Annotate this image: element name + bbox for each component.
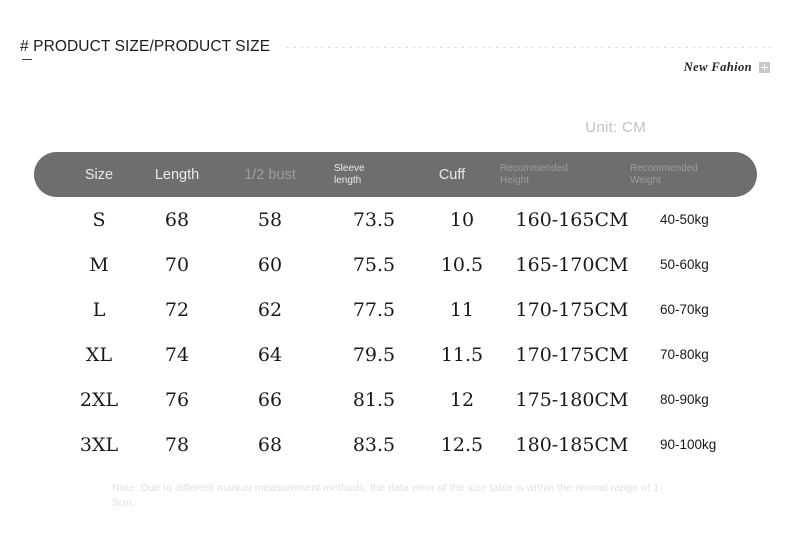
cell-sleeve: 79.5 bbox=[352, 343, 396, 366]
page-header: # PRODUCT SIZE/PRODUCT SIZE New Fahion bbox=[0, 38, 790, 78]
brand-label: New Fahion bbox=[683, 60, 752, 74]
cell-cuff: 12 bbox=[449, 388, 475, 411]
table-row: S 68 58 73.5 10 160-165CM 40-50kg bbox=[34, 197, 757, 242]
cell-cuff: 11.5 bbox=[440, 343, 484, 366]
cell-cuff: 12.5 bbox=[440, 433, 484, 456]
column-header-sleeve-length: Sleeve length bbox=[334, 152, 414, 197]
cell-weight: 60-70kg bbox=[660, 302, 709, 317]
cell-weight: 40-50kg bbox=[660, 212, 709, 227]
page-title: # PRODUCT SIZE/PRODUCT SIZE bbox=[20, 38, 271, 55]
table-row: 3XL 78 68 83.5 12.5 180-185CM 90-100kg bbox=[34, 422, 757, 467]
cell-height: 165-170CM bbox=[515, 253, 629, 276]
table-row: M 70 60 75.5 10.5 165-170CM 50-60kg bbox=[34, 242, 757, 287]
cell-sleeve: 81.5 bbox=[352, 388, 396, 411]
column-header-sleeve-line2: length bbox=[334, 174, 362, 186]
cell-length: 76 bbox=[164, 388, 190, 411]
column-header-length: Length bbox=[154, 166, 200, 183]
table-row: L 72 62 77.5 11 170-175CM 60-70kg bbox=[34, 287, 757, 332]
measurement-note: Note: Due to different manual measuremen… bbox=[112, 482, 663, 509]
cell-sleeve: 75.5 bbox=[352, 253, 396, 276]
title-divider bbox=[286, 46, 772, 48]
cell-size: S bbox=[92, 208, 106, 231]
cell-cuff: 11 bbox=[449, 298, 475, 321]
cell-sleeve: 77.5 bbox=[352, 298, 396, 321]
cell-size: 3XL bbox=[79, 433, 119, 456]
cell-bust: 58 bbox=[257, 208, 283, 231]
cell-height: 160-165CM bbox=[515, 208, 629, 231]
cell-weight: 80-90kg bbox=[660, 392, 709, 407]
cell-cuff: 10.5 bbox=[440, 253, 484, 276]
column-header-size: Size bbox=[84, 166, 114, 183]
title-underscore-mark bbox=[22, 59, 32, 60]
cell-height: 170-175CM bbox=[515, 343, 629, 366]
cell-size: 2XL bbox=[79, 388, 119, 411]
cell-bust: 66 bbox=[257, 388, 283, 411]
cell-cuff: 10 bbox=[449, 208, 475, 231]
cell-weight: 70-80kg bbox=[660, 347, 709, 362]
cell-bust: 68 bbox=[257, 433, 283, 456]
cell-height: 180-185CM bbox=[515, 433, 629, 456]
cell-length: 72 bbox=[164, 298, 190, 321]
cell-bust: 64 bbox=[257, 343, 283, 366]
column-header-cuff: Cuff bbox=[438, 166, 466, 183]
plus-icon[interactable] bbox=[759, 62, 770, 73]
cell-size: L bbox=[92, 298, 106, 321]
column-header-recommended-height: Recommended Height bbox=[500, 152, 650, 197]
column-header-recommended-weight: Recommended Weight bbox=[630, 152, 790, 197]
size-table: Size Length 1/2 bust Sleeve length Cuff … bbox=[34, 152, 757, 467]
table-row: XL 74 64 79.5 11.5 170-175CM 70-80kg bbox=[34, 332, 757, 377]
unit-label: Unit: CM bbox=[585, 119, 646, 136]
cell-sleeve: 73.5 bbox=[352, 208, 396, 231]
cell-height: 175-180CM bbox=[515, 388, 629, 411]
column-header-sleeve-line1: Sleeve bbox=[334, 163, 365, 174]
cell-sleeve: 83.5 bbox=[352, 433, 396, 456]
cell-bust: 60 bbox=[257, 253, 283, 276]
cell-size: M bbox=[89, 253, 109, 276]
table-header-row: Size Length 1/2 bust Sleeve length Cuff … bbox=[34, 152, 757, 197]
cell-weight: 90-100kg bbox=[660, 437, 717, 452]
table-row: 2XL 76 66 81.5 12 175-180CM 80-90kg bbox=[34, 377, 757, 422]
cell-length: 78 bbox=[164, 433, 190, 456]
column-header-half-bust: 1/2 bust bbox=[244, 166, 296, 183]
cell-size: XL bbox=[85, 343, 113, 366]
column-header-height-line2: Height bbox=[500, 174, 529, 186]
title-row: # PRODUCT SIZE/PRODUCT SIZE bbox=[20, 38, 772, 56]
column-header-weight-line2: Weight bbox=[630, 174, 661, 186]
column-header-height-line1: Recommended bbox=[500, 163, 568, 174]
cell-weight: 50-60kg bbox=[660, 257, 709, 272]
cell-length: 70 bbox=[164, 253, 190, 276]
cell-bust: 62 bbox=[257, 298, 283, 321]
brand-row: New Fahion bbox=[684, 60, 770, 75]
cell-height: 170-175CM bbox=[515, 298, 629, 321]
table-body: S 68 58 73.5 10 160-165CM 40-50kg M 70 6… bbox=[34, 197, 757, 467]
cell-length: 68 bbox=[164, 208, 190, 231]
column-header-weight-line1: Recommended bbox=[630, 163, 698, 174]
cell-length: 74 bbox=[164, 343, 190, 366]
